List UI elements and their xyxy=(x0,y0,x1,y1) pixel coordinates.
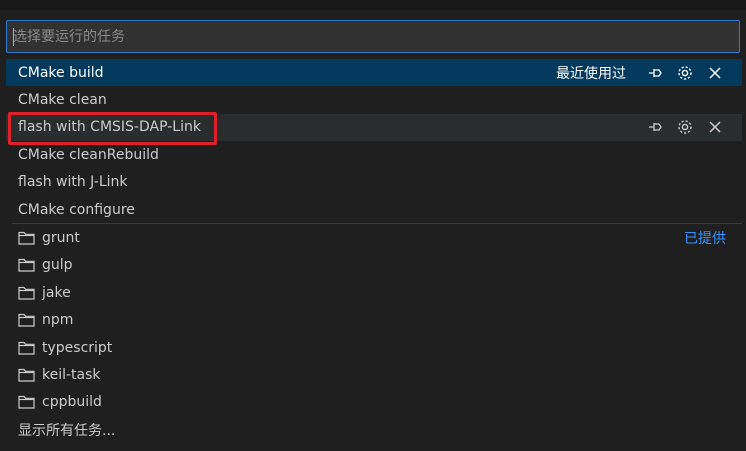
folder-icon xyxy=(18,231,35,245)
folder-icon xyxy=(18,368,35,382)
provider-item-keil-task[interactable]: keil-task xyxy=(6,361,742,388)
task-label: CMake clean xyxy=(18,92,107,109)
gear-icon[interactable] xyxy=(674,62,696,84)
title-strip xyxy=(0,0,746,10)
provider-item-jake[interactable]: jake xyxy=(6,279,742,306)
task-item-cmake-build[interactable]: CMake build 最近使用过 xyxy=(6,59,742,87)
close-icon[interactable] xyxy=(704,62,726,84)
provider-item-gulp[interactable]: gulp xyxy=(6,252,742,279)
pin-icon[interactable] xyxy=(644,62,666,84)
task-label: flash with J-Link xyxy=(18,174,128,191)
close-icon[interactable] xyxy=(704,116,726,138)
provider-label: npm xyxy=(42,312,74,329)
folder-icon xyxy=(18,341,35,355)
provider-label: grunt xyxy=(42,230,80,247)
gear-icon[interactable] xyxy=(674,116,696,138)
show-all-label: 显示所有任务... xyxy=(18,422,116,439)
provider-label: gulp xyxy=(42,257,73,274)
provider-item-cppbuild[interactable]: cppbuild xyxy=(6,389,742,416)
folder-icon xyxy=(18,313,35,327)
task-list: CMake build 最近使用过 CMake clean flash with… xyxy=(6,59,742,443)
task-item-flash-cmsis-dap[interactable]: flash with CMSIS-DAP-Link xyxy=(6,113,742,142)
task-label: CMake cleanRebuild xyxy=(18,146,159,163)
task-item-cmake-configure[interactable]: CMake configure xyxy=(6,196,742,223)
pin-icon[interactable] xyxy=(644,116,666,138)
folder-icon xyxy=(18,258,35,273)
recently-used-label: 最近使用过 xyxy=(556,65,626,82)
provider-label: keil-task xyxy=(42,366,101,383)
task-label: CMake build xyxy=(18,64,104,81)
provider-item-grunt[interactable]: grunt 已提供 xyxy=(6,224,742,251)
task-search-input[interactable] xyxy=(7,21,739,52)
task-label: flash with CMSIS-DAP-Link xyxy=(18,119,201,136)
folder-icon xyxy=(18,286,35,300)
provider-label: typescript xyxy=(42,339,113,356)
provider-label: cppbuild xyxy=(42,394,102,411)
folder-icon xyxy=(18,395,35,409)
provider-label: jake xyxy=(42,284,71,301)
task-label: CMake configure xyxy=(18,201,135,218)
task-item-flash-jlink[interactable]: flash with J-Link xyxy=(6,169,742,196)
provided-label: 已提供 xyxy=(684,231,726,248)
provider-item-typescript[interactable]: typescript xyxy=(6,334,742,361)
task-item-cmake-cleanrebuild[interactable]: CMake cleanRebuild xyxy=(6,141,742,168)
task-item-cmake-clean[interactable]: CMake clean xyxy=(6,86,742,113)
text-caret xyxy=(13,28,14,46)
provider-item-npm[interactable]: npm xyxy=(6,307,742,334)
show-all-tasks-item[interactable]: 显示所有任务... xyxy=(6,416,742,443)
quick-pick-search[interactable] xyxy=(6,20,740,53)
